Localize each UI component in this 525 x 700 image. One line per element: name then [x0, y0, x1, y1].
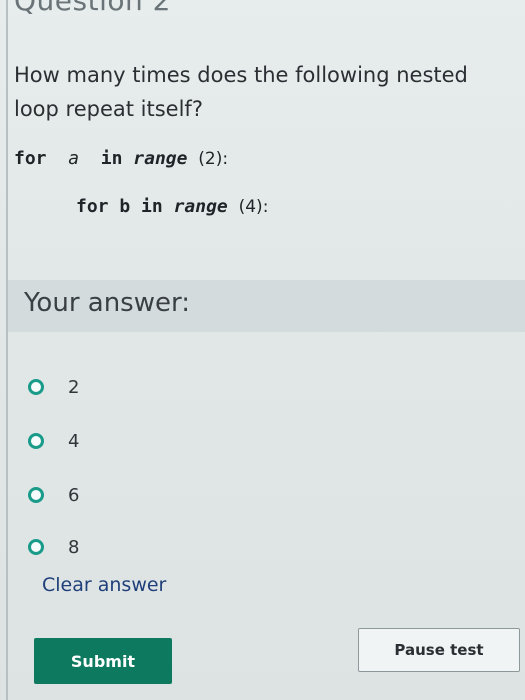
radio-button[interactable] [28, 487, 44, 503]
option-label: 2 [68, 376, 80, 398]
answer-option-8[interactable]: 8 [28, 532, 79, 562]
code-argument: (2): [198, 149, 229, 169]
answer-option-4[interactable]: 4 [28, 426, 79, 456]
left-border-rule [6, 0, 8, 700]
option-label: 6 [68, 484, 80, 506]
code-variable: b [119, 196, 131, 217]
answer-label: Your answer: [24, 288, 190, 318]
answer-option-2[interactable]: 2 [28, 372, 79, 402]
submit-button[interactable]: Submit [34, 638, 172, 684]
code-function-range: range [133, 148, 188, 169]
question-heading: Question 2 [14, 0, 171, 17]
option-label: 4 [68, 430, 80, 452]
code-keyword-in: in [141, 196, 163, 217]
question-text: How many times does the following nested… [14, 63, 468, 121]
quiz-page: Question 2 How many times does the follo… [0, 0, 525, 700]
clear-answer-link[interactable]: Clear answer [42, 574, 166, 596]
code-line-inner-loop: for b in range (4): [76, 196, 268, 217]
code-function-range: range [173, 196, 228, 217]
radio-button[interactable] [28, 379, 44, 395]
code-line-outer-loop: for a in range (2): [14, 148, 228, 169]
radio-button[interactable] [28, 539, 44, 555]
option-label: 8 [68, 536, 80, 558]
code-argument: (4): [238, 197, 269, 217]
code-variable: a [68, 148, 80, 169]
pause-test-button[interactable]: Pause test [358, 628, 520, 672]
radio-button[interactable] [28, 433, 44, 449]
code-keyword-for: for [14, 148, 47, 169]
code-keyword-for: for [76, 196, 109, 217]
answer-option-6[interactable]: 6 [28, 480, 79, 510]
code-keyword-in: in [100, 148, 123, 169]
